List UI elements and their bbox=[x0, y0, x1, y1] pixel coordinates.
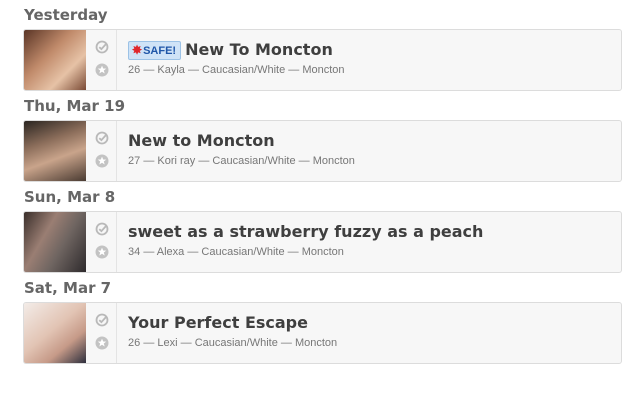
listing-content: ✸SAFE! New To Moncton 26 — Kayla — Caucas… bbox=[128, 39, 613, 76]
listing-card[interactable]: Your Perfect Escape 26 — Lexi — Caucasia… bbox=[23, 302, 622, 364]
meta-separator: — bbox=[187, 246, 199, 258]
star-circle-icon[interactable] bbox=[95, 336, 109, 350]
day-group: Thu, Mar 19 New to Moncton 27 — Kori ray… bbox=[0, 96, 630, 182]
listing-meta: 26 — Kayla — Caucasian/White — Moncton bbox=[128, 64, 613, 76]
listing-feed: Yesterday ✸SAFE! New To Moncton 26 — Kay… bbox=[0, 5, 630, 364]
day-group: Sun, Mar 8 sweet as a strawberry fuzzy a… bbox=[0, 187, 630, 273]
day-group: Sat, Mar 7 Your Perfect Escape 26 — Lexi… bbox=[0, 278, 630, 364]
meta-separator: — bbox=[288, 64, 300, 76]
star-circle-icon[interactable] bbox=[95, 245, 109, 259]
meta-separator: — bbox=[198, 155, 210, 167]
listing-actions bbox=[86, 212, 117, 272]
meta-separator: — bbox=[143, 246, 155, 258]
listing-age: 26 bbox=[128, 64, 141, 76]
day-header: Yesterday bbox=[24, 6, 108, 24]
listing-ethnicity: Caucasian/White bbox=[202, 64, 286, 76]
listing-meta: 26 — Lexi — Caucasian/White — Moncton bbox=[128, 337, 613, 349]
listing-content: New to Moncton 27 — Kori ray — Caucasian… bbox=[128, 130, 613, 167]
meta-separator: — bbox=[143, 64, 155, 76]
listing-name: Lexi bbox=[157, 337, 178, 349]
listing-actions bbox=[86, 30, 117, 90]
listing-title-link[interactable]: Your Perfect Escape bbox=[128, 313, 308, 332]
meta-separator: — bbox=[187, 64, 199, 76]
listing-title-row: Your Perfect Escape bbox=[128, 312, 613, 334]
safe-badge[interactable]: ✸SAFE! bbox=[128, 41, 182, 60]
day-group: Yesterday ✸SAFE! New To Moncton 26 — Kay… bbox=[0, 5, 630, 91]
meta-separator: — bbox=[287, 246, 299, 258]
listing-name: Alexa bbox=[156, 246, 185, 258]
listing-name: Kori ray bbox=[157, 155, 196, 167]
listing-age: 26 bbox=[128, 337, 141, 349]
meta-separator: — bbox=[143, 155, 155, 167]
safe-badge-label: SAFE! bbox=[143, 45, 177, 57]
listing-card[interactable]: New to Moncton 27 — Kori ray — Caucasian… bbox=[23, 120, 622, 182]
listing-title-link[interactable]: New to Moncton bbox=[128, 131, 275, 150]
star-circle-icon[interactable] bbox=[95, 154, 109, 168]
day-header: Thu, Mar 19 bbox=[24, 97, 126, 115]
listing-card[interactable]: sweet as a strawberry fuzzy as a peach 3… bbox=[23, 211, 622, 273]
listing-thumbnail[interactable] bbox=[24, 121, 86, 181]
check-circle-icon[interactable] bbox=[95, 313, 109, 327]
listing-actions bbox=[86, 121, 117, 181]
listing-content: Your Perfect Escape 26 — Lexi — Caucasia… bbox=[128, 312, 613, 349]
star-circle-icon[interactable] bbox=[95, 63, 109, 77]
listing-title-row: ✸SAFE! New To Moncton bbox=[128, 39, 613, 61]
listing-name: Kayla bbox=[157, 64, 185, 76]
day-header: Sun, Mar 8 bbox=[24, 188, 116, 206]
check-circle-icon[interactable] bbox=[95, 40, 109, 54]
day-header: Sat, Mar 7 bbox=[24, 279, 112, 297]
listing-title-link[interactable]: New To Moncton bbox=[185, 40, 333, 59]
listing-thumbnail[interactable] bbox=[24, 303, 86, 363]
listing-actions bbox=[86, 303, 117, 363]
listing-meta: 34 — Alexa — Caucasian/White — Moncton bbox=[128, 246, 613, 258]
meta-separator: — bbox=[180, 337, 192, 349]
check-circle-icon[interactable] bbox=[95, 131, 109, 145]
listing-title-link[interactable]: sweet as a strawberry fuzzy as a peach bbox=[128, 222, 483, 241]
burst-icon: ✸ bbox=[132, 43, 143, 57]
listing-location: Moncton bbox=[312, 155, 355, 167]
meta-separator: — bbox=[280, 337, 292, 349]
listing-location: Moncton bbox=[302, 64, 345, 76]
listing-ethnicity: Caucasian/White bbox=[201, 246, 285, 258]
listing-title-row: New to Moncton bbox=[128, 130, 613, 152]
listing-card[interactable]: ✸SAFE! New To Moncton 26 — Kayla — Caucas… bbox=[23, 29, 622, 91]
meta-separator: — bbox=[298, 155, 310, 167]
listing-title-row: sweet as a strawberry fuzzy as a peach bbox=[128, 221, 613, 243]
listing-content: sweet as a strawberry fuzzy as a peach 3… bbox=[128, 221, 613, 258]
listing-location: Moncton bbox=[294, 337, 338, 349]
listing-age: 34 bbox=[128, 246, 141, 258]
listing-ethnicity: Caucasian/White bbox=[212, 155, 296, 167]
meta-separator: — bbox=[143, 337, 155, 349]
listing-age: 27 bbox=[128, 155, 141, 167]
check-circle-icon[interactable] bbox=[95, 222, 109, 236]
listing-location: Moncton bbox=[301, 246, 344, 258]
listing-thumbnail[interactable] bbox=[24, 212, 86, 272]
listing-meta: 27 — Kori ray — Caucasian/White — Moncto… bbox=[128, 155, 613, 167]
listing-ethnicity: Caucasian/White bbox=[194, 337, 278, 349]
listing-thumbnail[interactable] bbox=[24, 30, 86, 90]
